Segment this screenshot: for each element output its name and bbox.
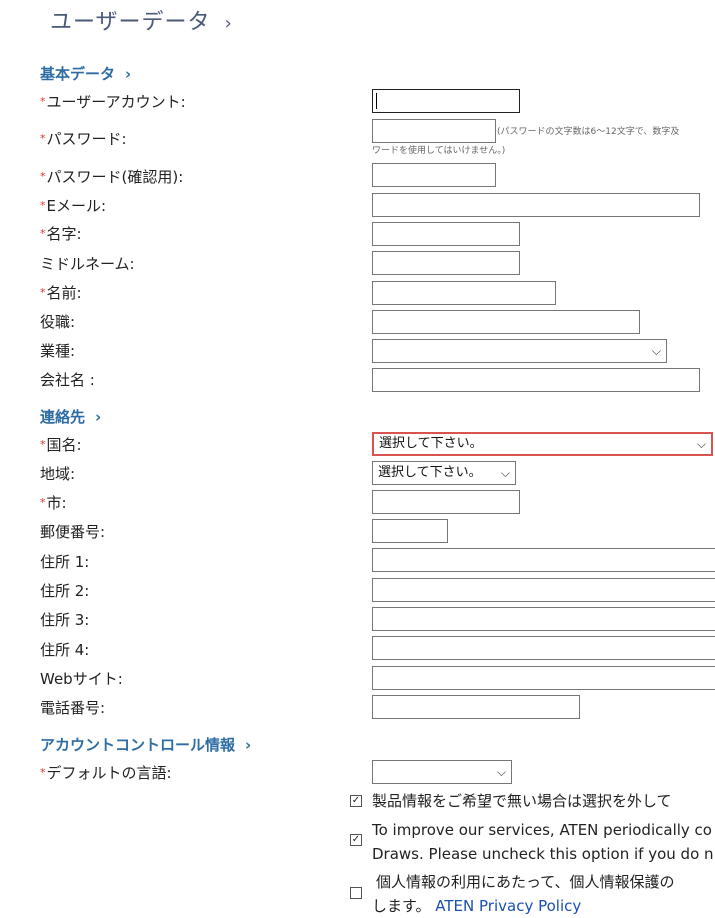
privacy-text-2-label: します。 <box>372 897 431 915</box>
password-label-text: パスワード: <box>46 130 127 148</box>
password-input[interactable] <box>372 119 496 143</box>
first-name-label-text: 名前: <box>46 284 82 302</box>
product-info-checkbox[interactable]: ✓ <box>350 795 362 807</box>
country-select[interactable]: 選択して下さい。 ⌵ <box>372 432 713 456</box>
website-label: Webサイト: <box>40 670 123 688</box>
address4-label: 住所 4: <box>40 641 90 659</box>
text-caret <box>376 93 377 109</box>
email-label-text: Eメール: <box>46 197 107 215</box>
section-account-control[interactable]: アカウントコントロール情報 › <box>40 734 251 755</box>
address1-input[interactable] <box>372 548 715 572</box>
country-label-text: 国名: <box>46 436 82 454</box>
page-title-text: ユーザーデータ <box>50 10 211 35</box>
middle-name-input[interactable] <box>372 251 520 275</box>
email-input[interactable] <box>372 193 700 217</box>
country-select-value: 選択して下さい。 <box>379 436 483 451</box>
password-hint-2: ワードを使用してはいけません。) <box>372 146 506 156</box>
postal-label: 郵便番号: <box>40 523 106 541</box>
chevron-down-icon: ⌵ <box>696 437 706 451</box>
account-label: *ユーザーアカウント: <box>40 92 186 112</box>
address4-input[interactable] <box>372 636 715 660</box>
phone-label: 電話番号: <box>40 699 106 717</box>
address1-label: 住所 1: <box>40 553 90 571</box>
password-confirm-input[interactable] <box>372 163 496 187</box>
website-input[interactable] <box>372 666 715 690</box>
chevron-down-icon: ⌵ <box>500 466 510 480</box>
language-label: *デフォルトの言語: <box>40 763 172 783</box>
section-contact-title: 連絡先 <box>40 408 86 426</box>
city-input[interactable] <box>372 490 520 514</box>
address3-input[interactable] <box>372 607 715 631</box>
city-label: *市: <box>40 493 67 513</box>
chevron-right-icon: › <box>245 736 252 754</box>
privacy-text-1: 個人情報の利用にあたって、個人情報保護の <box>376 873 675 891</box>
language-select[interactable]: ⌵ <box>372 760 512 784</box>
region-label: 地域: <box>40 465 76 483</box>
address2-input[interactable] <box>372 578 715 602</box>
address3-label: 住所 3: <box>40 611 90 629</box>
password-label: *パスワード: <box>40 129 127 149</box>
chevron-right-icon: › <box>224 13 233 34</box>
last-name-input[interactable] <box>372 222 520 246</box>
check-icon: ✓ <box>351 795 361 806</box>
chevron-right-icon: › <box>95 408 102 426</box>
required-marker: * <box>40 496 46 509</box>
address2-label: 住所 2: <box>40 582 90 600</box>
required-marker: * <box>40 286 46 299</box>
account-input[interactable] <box>372 89 520 113</box>
password-confirm-label-text: パスワード(確認用): <box>46 168 184 186</box>
required-marker: * <box>40 438 46 451</box>
section-contact[interactable]: 連絡先 › <box>40 406 101 427</box>
country-label: *国名: <box>40 435 82 455</box>
first-name-input[interactable] <box>372 281 556 305</box>
chevron-down-icon: ⌵ <box>651 344 661 358</box>
chevron-right-icon: › <box>125 65 132 83</box>
region-select-value: 選択して下さい。 <box>378 465 482 480</box>
company-label: 会社名 : <box>40 371 95 389</box>
privacy-text-2: します。 ATEN Privacy Policy <box>372 894 581 918</box>
privacy-policy-link[interactable]: ATEN Privacy Policy <box>435 897 581 915</box>
language-label-text: デフォルトの言語: <box>46 764 172 782</box>
account-label-text: ユーザーアカウント: <box>46 93 186 111</box>
improve-services-text-2: Draws. Please uncheck this option if you… <box>372 845 714 863</box>
industry-select[interactable]: ⌵ <box>372 339 667 363</box>
section-basic-data[interactable]: 基本データ › <box>40 63 131 84</box>
city-label-text: 市: <box>46 494 67 512</box>
email-label: *Eメール: <box>40 196 106 216</box>
section-account-title: アカウントコントロール情報 <box>40 736 236 754</box>
company-input[interactable] <box>372 368 700 392</box>
required-marker: * <box>40 766 46 779</box>
first-name-label: *名前: <box>40 283 82 303</box>
chevron-down-icon: ⌵ <box>496 765 506 779</box>
check-icon: ✓ <box>351 834 361 845</box>
middle-name-label: ミドルネーム: <box>40 255 135 273</box>
last-name-label: *名字: <box>40 224 82 244</box>
password-hint: (パスワードの文字数は6～12文字で、数字及 <box>497 127 680 137</box>
required-marker: * <box>40 227 46 240</box>
phone-input[interactable] <box>372 695 580 719</box>
improve-services-text-1: To improve our services, ATEN periodical… <box>372 821 712 839</box>
improve-services-checkbox[interactable]: ✓ <box>350 834 362 846</box>
industry-label: 業種: <box>40 342 76 360</box>
product-info-text: 製品情報をご希望で無い場合は選択を外して <box>372 792 672 810</box>
required-marker: * <box>40 132 46 145</box>
job-title-input[interactable] <box>372 310 640 334</box>
required-marker: * <box>40 170 46 183</box>
job-title-label: 役職: <box>40 313 76 331</box>
required-marker: * <box>40 95 46 108</box>
postal-input[interactable] <box>372 519 448 543</box>
region-select[interactable]: 選択して下さい。 ⌵ <box>372 461 516 485</box>
privacy-checkbox[interactable] <box>350 887 362 899</box>
section-basic-title: 基本データ <box>40 65 116 83</box>
page-title: ユーザーデータ › <box>50 4 233 36</box>
password-confirm-label: *パスワード(確認用): <box>40 167 183 187</box>
required-marker: * <box>40 199 46 212</box>
last-name-label-text: 名字: <box>46 225 82 243</box>
